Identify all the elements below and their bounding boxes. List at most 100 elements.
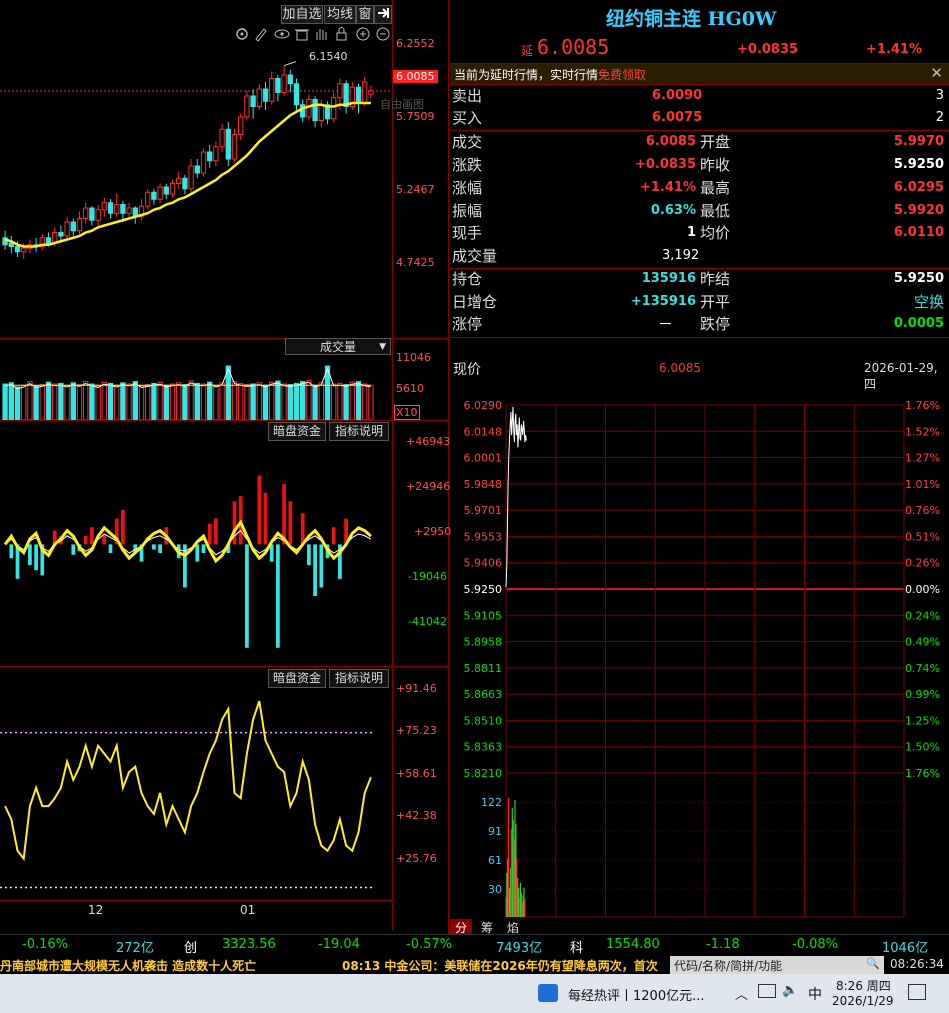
taskbar-time[interactable]: 8:26 周四: [836, 977, 891, 994]
money-flow-chart[interactable]: [0, 441, 392, 665]
intraday-pct-label: 1.76%: [905, 767, 940, 780]
average-line-button[interactable]: 均线: [324, 5, 356, 24]
stat-label: 昨收: [700, 156, 731, 174]
money-flow-bar: [121, 509, 125, 545]
add-watchlist-button[interactable]: 加自选: [281, 5, 323, 24]
intraday-pct-label: 0.49%: [905, 636, 940, 649]
network-icon[interactable]: [758, 984, 776, 998]
limit-down-label: 跌停: [700, 315, 731, 333]
volume-bar: [188, 380, 194, 420]
candle: [176, 177, 182, 184]
ask-size: 3: [935, 88, 944, 103]
money-flow-label: +24946: [406, 480, 451, 493]
search-box[interactable]: 代码/名称/简拼/功能 🔍: [670, 956, 884, 974]
news-app-icon[interactable]: [538, 984, 558, 1002]
volume-bar: [83, 381, 89, 420]
candle: [225, 128, 231, 160]
money-flow-bar: [9, 544, 14, 559]
pin-icon[interactable]: [374, 5, 392, 24]
volume-bar: [355, 381, 362, 420]
notification-icon[interactable]: [908, 984, 926, 1000]
stat-label: 涨跌: [452, 156, 483, 174]
intraday-pct-label: 0.24%: [905, 609, 940, 622]
kline-chart[interactable]: [0, 30, 392, 330]
money-flow-bar: [201, 544, 206, 553]
volume-bar: [14, 386, 21, 420]
candle: [231, 134, 238, 160]
news-headline[interactable]: 丹南部城市遭大规模无人机袭击 造成数十人死亡: [0, 957, 256, 974]
volume-bar: [64, 384, 70, 420]
stat-label: 均价: [700, 224, 731, 242]
stat-value: 5.9920: [893, 203, 944, 218]
limit-up-label: 涨停: [452, 315, 483, 333]
volume-bar: [306, 379, 312, 420]
volume-bar: [52, 383, 58, 420]
open-flat-value: 空换: [913, 293, 944, 311]
stat-value: 6.0085: [645, 134, 696, 149]
free-link[interactable]: 免费领取: [598, 66, 646, 83]
candle: [120, 204, 126, 214]
candle: [244, 95, 250, 118]
money-flow-bar: [313, 544, 317, 597]
candle: [14, 246, 21, 253]
money-flow-bar: [108, 544, 113, 553]
ime-indicator[interactable]: 中: [808, 984, 822, 1004]
chevron-up-icon[interactable]: ︿: [735, 984, 748, 1003]
candle: [169, 183, 176, 195]
kline-price-label: 6.2552: [396, 37, 435, 50]
dark-pool-button[interactable]: 暗盘资金: [268, 422, 326, 441]
oscillator-label: +58.61: [396, 767, 437, 780]
candle: [331, 97, 337, 120]
quote-divider: [450, 337, 949, 338]
money-flow-panel-divider: [0, 666, 448, 667]
search-input[interactable]: 代码/名称/简拼/功能: [674, 957, 782, 974]
intraday-volume-label: 30: [488, 883, 502, 896]
indicator-desc-button[interactable]: 指标说明: [329, 669, 389, 688]
candle: [355, 86, 362, 104]
oscillator-chart[interactable]: [0, 688, 392, 898]
money-flow-bar: [300, 513, 305, 545]
candle: [163, 186, 169, 195]
volume-bar: [312, 384, 318, 420]
volume-bar: [250, 383, 256, 420]
intraday-volume-label: 91: [488, 825, 502, 838]
candle: [114, 204, 120, 214]
search-icon[interactable]: 🔍: [866, 957, 880, 970]
candle: [95, 209, 101, 221]
volume-bar: [151, 382, 157, 420]
taskbar-date[interactable]: 2026/1/29: [832, 994, 894, 1008]
clock: 08:26:34: [890, 957, 944, 971]
stat-row: 振幅 0.63% 最低 5.9920: [452, 200, 948, 222]
volume-bar: [343, 384, 349, 420]
indicator-desc-button[interactable]: 指标说明: [329, 422, 389, 441]
intraday-chart[interactable]: 6.0290 1.76% 6.0148 1.52% 6.0001 1.27% 5.9848 1…: [450, 390, 949, 920]
bid-label: 买入: [452, 109, 483, 127]
money-flow-label: -19046: [408, 570, 447, 583]
ask-row: 卖出 6.0090 3: [452, 85, 948, 107]
volume-bar: [231, 381, 238, 420]
volume-bar: [182, 384, 188, 420]
window-button[interactable]: 窗: [356, 5, 374, 24]
volume-bar: [138, 385, 145, 420]
volume-bar: [194, 382, 200, 420]
candle: [312, 99, 318, 121]
dark-pool-button[interactable]: 暗盘资金: [268, 669, 326, 688]
intraday-pct-label: 1.50%: [905, 741, 940, 754]
news-app-label[interactable]: 每经热评丨1200亿元...: [568, 985, 704, 1004]
oi-row: 持仓 135916 昨结 5.9250: [452, 268, 948, 290]
intraday-pct-label: 1.52%: [905, 425, 940, 438]
center-divider: [448, 0, 449, 938]
money-flow-bar: [28, 544, 32, 566]
intraday-price-label: 5.8363: [464, 741, 503, 754]
news-headline[interactable]: 08:13 中金公司：美联储在2026年仍有望降息两次，首次: [342, 957, 668, 974]
kline-price-label: 4.7425: [396, 256, 435, 269]
volume-bar: [293, 382, 300, 420]
intraday-price-label: 6.0148: [464, 425, 503, 438]
volume-chart[interactable]: [0, 356, 392, 420]
intraday-price-label: 5.9250: [464, 583, 503, 596]
volume-icon[interactable]: 🔈: [782, 983, 798, 998]
volume-selector[interactable]: 成交量 ▼: [285, 338, 391, 355]
ticker-value: 7493亿: [496, 941, 543, 956]
close-icon[interactable]: ✕: [930, 64, 943, 82]
stat-row: 成交 6.0085 开盘 5.9970: [452, 131, 948, 153]
